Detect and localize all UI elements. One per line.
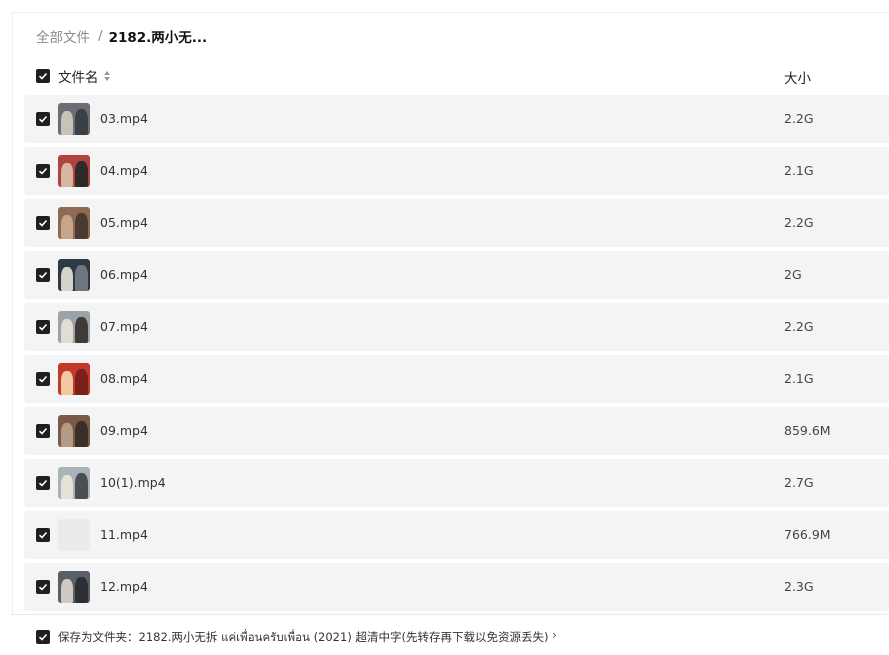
top-toolbar-strip [12, 0, 889, 13]
file-name[interactable]: 08.mp4 [100, 371, 148, 386]
video-thumbnail-icon [58, 155, 90, 187]
video-thumbnail-icon [58, 415, 90, 447]
file-size: 2.2G [784, 215, 814, 230]
file-name[interactable]: 12.mp4 [100, 579, 148, 594]
row-checkbox[interactable] [36, 580, 50, 594]
file-row[interactable]: 10(1).mp4 2.7G [24, 459, 889, 507]
check-icon [38, 375, 48, 383]
row-checkbox[interactable] [36, 528, 50, 542]
file-row[interactable]: 05.mp4 2.2G [24, 199, 889, 247]
sort-icon[interactable] [103, 70, 111, 82]
check-icon [38, 72, 48, 80]
video-thumbnail-icon [58, 363, 90, 395]
file-size: 2G [784, 267, 802, 282]
breadcrumb-separator: / [98, 28, 103, 44]
video-thumbnail-icon [58, 467, 90, 499]
column-header-name-label: 文件名 [58, 70, 99, 86]
check-icon [38, 219, 48, 227]
file-size: 2.3G [784, 579, 814, 594]
file-table-header: 文件名 大小 [24, 64, 889, 88]
file-row[interactable]: 08.mp4 2.1G [24, 355, 889, 403]
file-name[interactable]: 03.mp4 [100, 111, 148, 126]
check-icon [38, 115, 48, 123]
check-icon [38, 427, 48, 435]
check-icon [38, 531, 48, 539]
video-thumbnail-icon [58, 571, 90, 603]
check-icon [38, 479, 48, 487]
file-size: 2.2G [784, 111, 814, 126]
row-checkbox[interactable] [36, 476, 50, 490]
video-thumbnail-icon [58, 259, 90, 291]
file-name[interactable]: 09.mp4 [100, 423, 148, 438]
file-row[interactable]: 12.mp4 2.3G [24, 563, 889, 611]
column-header-name[interactable]: 文件名 [58, 66, 111, 86]
file-name[interactable]: 10(1).mp4 [100, 475, 166, 490]
video-thumbnail-icon [58, 311, 90, 343]
file-name[interactable]: 07.mp4 [100, 319, 148, 334]
check-icon [38, 583, 48, 591]
breadcrumb-root-link[interactable]: 全部文件 [36, 26, 90, 46]
column-header-size: 大小 [784, 71, 811, 87]
file-row[interactable]: 03.mp4 2.2G [24, 95, 889, 143]
row-checkbox[interactable] [36, 112, 50, 126]
save-as-folder-checkbox[interactable] [36, 630, 50, 644]
row-checkbox[interactable] [36, 216, 50, 230]
check-icon [38, 323, 48, 331]
file-list: 03.mp4 2.2G 04.mp4 2.1G 05.mp4 2.2G 06.mp4 2G 07… [24, 95, 889, 615]
row-checkbox[interactable] [36, 320, 50, 334]
save-as-folder-bar: 保存为文件夹：2182.两小无拆 แค่เพื่อนครับเพื่อน (20… [12, 614, 889, 655]
file-name[interactable]: 04.mp4 [100, 163, 148, 178]
row-checkbox[interactable] [36, 164, 50, 178]
file-name[interactable]: 05.mp4 [100, 215, 148, 230]
chevron-right-icon[interactable]: › [552, 628, 557, 642]
file-row[interactable]: 09.mp4 859.6M [24, 407, 889, 455]
file-row[interactable]: 11.mp4 766.9M [24, 511, 889, 559]
row-checkbox[interactable] [36, 372, 50, 386]
file-size: 766.9M [784, 527, 831, 542]
file-size: 2.2G [784, 319, 814, 334]
file-row[interactable]: 06.mp4 2G [24, 251, 889, 299]
file-size: 2.1G [784, 371, 814, 386]
file-name[interactable]: 06.mp4 [100, 267, 148, 282]
row-checkbox[interactable] [36, 268, 50, 282]
check-icon [38, 167, 48, 175]
breadcrumb: 全部文件 / 2182.两小无... [36, 26, 208, 46]
file-row[interactable]: 04.mp4 2.1G [24, 147, 889, 195]
video-thumbnail-icon [58, 103, 90, 135]
check-icon [38, 633, 48, 641]
check-icon [38, 271, 48, 279]
file-name[interactable]: 11.mp4 [100, 527, 148, 542]
breadcrumb-current-folder: 2182.两小无... [108, 30, 208, 46]
file-row[interactable]: 07.mp4 2.2G [24, 303, 889, 351]
save-as-folder-label: 保存为文件夹：2182.两小无拆 แค่เพื่อนครับเพื่อน (20… [58, 630, 549, 644]
blank-thumbnail-icon [58, 519, 90, 551]
left-border [12, 0, 13, 654]
video-thumbnail-icon [58, 207, 90, 239]
file-size: 2.1G [784, 163, 814, 178]
row-checkbox[interactable] [36, 424, 50, 438]
select-all-checkbox[interactable] [36, 69, 50, 83]
file-size: 859.6M [784, 423, 831, 438]
file-size: 2.7G [784, 475, 814, 490]
